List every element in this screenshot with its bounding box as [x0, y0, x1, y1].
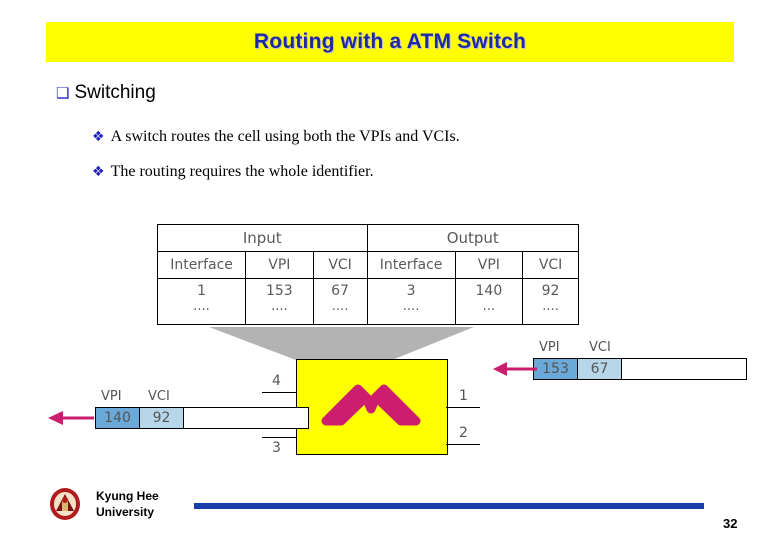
university-logo-icon — [50, 488, 80, 520]
table-group-output: Output — [366, 224, 580, 252]
cont-in-interface: .... — [156, 300, 247, 325]
port-line-4 — [262, 392, 296, 393]
bullet-switching-label: Switching — [74, 82, 156, 103]
slide-title-band: Routing with a ATM Switch — [46, 22, 734, 62]
footer-divider — [194, 503, 704, 509]
bullet-marker-diamond-icon: ❖ — [92, 129, 105, 145]
table-header-in-vpi: VPI — [245, 251, 314, 279]
outgoing-cell-vci-header: VCI — [148, 389, 170, 404]
cont-in-vpi: .... — [245, 300, 314, 325]
port-line-1 — [446, 407, 480, 408]
bullet-item-1: ❖ The routing requires the whole identif… — [92, 163, 374, 181]
table-column-header-row: Interface VPI VCI Interface VPI VCI — [156, 251, 579, 279]
cont-out-vci: .... — [522, 300, 579, 325]
switch-crossbar-icon — [321, 384, 421, 426]
outgoing-cell-payload — [184, 408, 308, 428]
outgoing-cell-vpi-header: VPI — [101, 389, 122, 404]
table-group-input: Input — [157, 224, 368, 252]
table-header-in-interface: Interface — [156, 251, 247, 279]
cont-in-vci: .... — [312, 300, 368, 325]
table-group-header-row: Input Output — [157, 224, 580, 252]
cont-out-interface: .... — [366, 300, 456, 325]
bullet-item-0: ❖ A switch routes the cell using both th… — [92, 128, 460, 146]
outgoing-cell-vci-value: 92 — [140, 408, 184, 428]
port-label-4: 4 — [272, 373, 281, 389]
outgoing-cell: 140 92 — [95, 407, 309, 429]
port-label-2: 2 — [459, 425, 468, 441]
bullet-marker-square-icon: ❑ — [56, 84, 70, 102]
bullet-marker-diamond-icon: ❖ — [92, 164, 105, 180]
routing-table: Input Output Interface VPI VCI Interface… — [156, 224, 580, 325]
incoming-cell-vci-header: VCI — [589, 340, 611, 355]
incoming-cell-vpi-header: VPI — [539, 340, 560, 355]
port-line-3 — [262, 437, 296, 438]
table-row: 1 153 67 3 140 92 — [156, 278, 579, 302]
table-header-out-vci: VCI — [522, 251, 579, 279]
bullet-item-0-label: A switch routes the cell using both the … — [110, 128, 460, 145]
incoming-arrow-icon — [493, 362, 537, 376]
bullet-switching: ❑ Switching — [56, 82, 156, 104]
table-header-out-vpi: VPI — [454, 251, 524, 279]
page-title: Routing with a ATM Switch — [253, 30, 527, 53]
university-line-1: Kyung Hee — [96, 489, 159, 503]
port-label-1: 1 — [459, 388, 468, 404]
table-to-switch-funnel — [209, 327, 474, 360]
incoming-cell-payload — [622, 359, 746, 379]
table-header-out-interface: Interface — [366, 251, 456, 279]
table-header-in-vci: VCI — [312, 251, 368, 279]
slide: Routing with a ATM Switch ❑ Switching ❖ … — [0, 0, 780, 540]
table-continuation-row: .... .... .... .... ... .... — [156, 300, 579, 325]
university-line-2: University — [96, 505, 155, 519]
bullet-item-1-label: The routing requires the whole identifie… — [110, 163, 374, 180]
incoming-cell-vci-value: 67 — [578, 359, 622, 379]
university-name: Kyung Hee University — [96, 488, 159, 520]
incoming-cell-vpi-value: 153 — [534, 359, 578, 379]
incoming-cell: 153 67 — [533, 358, 747, 380]
port-line-2 — [446, 444, 480, 445]
outgoing-arrow-icon — [48, 411, 94, 425]
port-label-3: 3 — [272, 440, 281, 456]
outgoing-cell-vpi-value: 140 — [96, 408, 140, 428]
cont-out-vpi: ... — [454, 300, 524, 325]
page-number: 32 — [723, 516, 738, 531]
